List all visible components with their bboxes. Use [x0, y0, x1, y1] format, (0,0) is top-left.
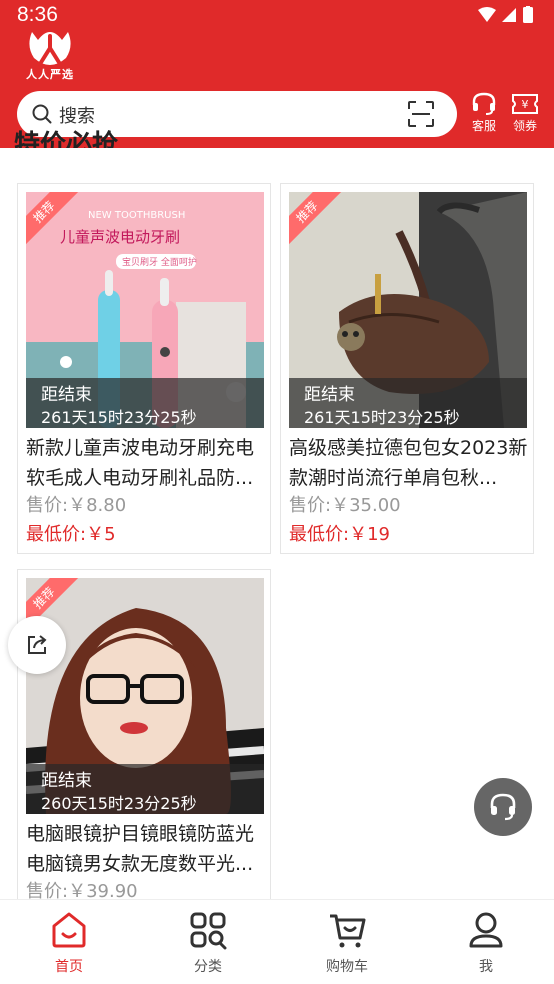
product-grid: NEW TOOTHBRUSH 儿童声波电动牙刷 宝贝刷牙 全面呵护 推荐 距结束… — [0, 176, 554, 899]
product-price: 售价:￥35.00 — [289, 495, 401, 516]
countdown-timer: 261天15时23分25秒 — [41, 408, 197, 427]
user-icon — [469, 912, 503, 948]
countdown-timer: 260天15时23分25秒 — [41, 794, 197, 813]
tab-me-label: 我 — [479, 959, 493, 975]
countdown-overlay: 距结束 261天15时23分25秒 — [26, 378, 264, 428]
product-image: 推荐 距结束 260天15时23分25秒 — [26, 578, 264, 814]
product-lowest-price: 最低价:￥19 — [289, 524, 390, 545]
cart-icon — [330, 914, 366, 948]
recommend-badge: 推荐 — [289, 192, 343, 246]
countdown-label: 距结束 — [304, 385, 355, 405]
tab-home-label: 首页 — [55, 959, 83, 975]
section-divider — [0, 148, 554, 176]
product-image: 推荐 距结束 261天15时23分25秒 — [289, 192, 527, 428]
product-price: 售价:￥8.80 — [26, 495, 127, 516]
search-icon — [32, 104, 52, 124]
image-caption-3: 宝贝刷牙 全面呵护 — [122, 256, 197, 268]
status-time: 8:36 — [17, 3, 58, 26]
svg-text:¥: ¥ — [522, 98, 529, 111]
customer-service-button[interactable]: 客服 — [464, 92, 504, 136]
tab-home[interactable]: 首页 — [19, 910, 119, 976]
home-icon — [52, 912, 86, 948]
share-button[interactable] — [8, 616, 66, 674]
product-card[interactable]: 推荐 距结束 261天15时23分25秒 高级感美拉德包包女2023新款潮时尚流… — [280, 183, 534, 554]
product-image: NEW TOOTHBRUSH 儿童声波电动牙刷 宝贝刷牙 全面呵护 推荐 距结束… — [26, 192, 264, 428]
tab-category[interactable]: 分类 — [158, 910, 258, 976]
coupon-icon: ¥ — [512, 94, 538, 114]
recommend-badge: 推荐 — [26, 192, 80, 246]
floating-service-button[interactable] — [474, 778, 532, 836]
countdown-overlay: 距结束 261天15时23分25秒 — [289, 378, 527, 428]
brand-name: 人人严选 — [26, 68, 74, 81]
category-icon — [190, 912, 227, 950]
countdown-timer: 261天15时23分25秒 — [304, 408, 460, 427]
headset-icon — [490, 793, 516, 821]
status-icons — [478, 6, 533, 23]
product-price: 售价:￥39.90 — [26, 881, 138, 899]
share-icon — [28, 635, 47, 654]
product-card[interactable]: NEW TOOTHBRUSH 儿童声波电动牙刷 宝贝刷牙 全面呵护 推荐 距结束… — [17, 183, 271, 554]
get-coupon-button[interactable]: ¥ 领券 — [505, 92, 545, 136]
image-caption-1: NEW TOOTHBRUSH — [88, 210, 185, 221]
headset-icon — [472, 92, 496, 115]
scan-icon[interactable] — [407, 100, 435, 128]
tab-category-label: 分类 — [194, 959, 222, 975]
tab-cart[interactable]: 购物车 — [297, 910, 397, 976]
product-lowest-price: 最低价:￥5 — [26, 524, 116, 545]
product-card[interactable]: 推荐 距结束 260天15时23分25秒 电脑眼镜护目镜眼镜防蓝光电脑镜男女款无… — [17, 569, 271, 899]
countdown-overlay: 距结束 260天15时23分25秒 — [26, 764, 264, 814]
get-coupon-label: 领券 — [512, 119, 537, 133]
customer-service-label: 客服 — [471, 119, 496, 133]
countdown-label: 距结束 — [41, 771, 92, 791]
product-title: 电脑眼镜护目镜眼镜防蓝光电脑镜男女款无度数平光... — [26, 823, 255, 875]
bottom-tab-bar: 首页 分类 购物车 我 — [0, 899, 554, 984]
product-title: 高级感美拉德包包女2023新款潮时尚流行单肩包秋... — [289, 437, 528, 489]
tab-cart-label: 购物车 — [326, 959, 368, 975]
countdown-label: 距结束 — [41, 385, 92, 405]
product-title: 新款儿童声波电动牙刷充电软毛成人电动牙刷礼品防... — [26, 437, 255, 489]
tab-me[interactable]: 我 — [436, 910, 536, 976]
